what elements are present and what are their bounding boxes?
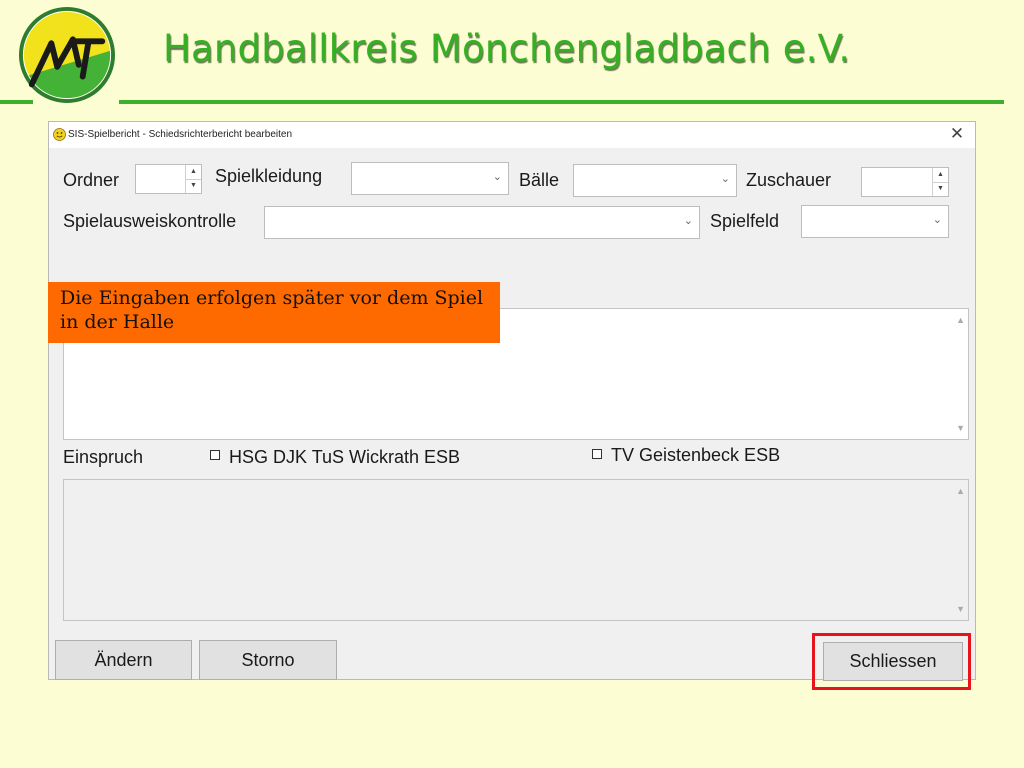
scroll-down-icon[interactable]: ▼ [956, 423, 965, 433]
scroll-up-icon[interactable]: ▲ [956, 315, 965, 325]
chevron-down-icon: ⌄ [492, 171, 502, 183]
einspruch-home-checkbox[interactable] [210, 450, 220, 460]
zuschauer-increment-icon[interactable]: ▲ [933, 168, 948, 183]
chevron-down-icon: ⌄ [932, 214, 942, 226]
scroll-up-icon[interactable]: ▲ [956, 486, 965, 496]
smiley-icon [53, 128, 66, 141]
ordner-increment-icon[interactable]: ▲ [186, 165, 201, 180]
dialog-title: SIS-Spielbericht - Schiedsrichterbericht… [68, 129, 292, 140]
zuschauer-stepper[interactable]: ▲ ▼ [861, 167, 949, 197]
storno-button[interactable]: Storno [199, 640, 337, 680]
spielfeld-label: Spielfeld [710, 211, 780, 231]
zuschauer-decrement-icon[interactable]: ▼ [933, 182, 948, 196]
einspruch-textarea[interactable]: ▲ ▼ [63, 479, 969, 621]
callout-note: Die Eingaben erfolgen später vor dem Spi… [48, 282, 500, 343]
spielkleidung-select[interactable]: ⌄ [351, 162, 509, 195]
chevron-down-icon: ⌄ [683, 215, 693, 227]
ordner-stepper[interactable]: ▲ ▼ [135, 164, 202, 194]
schiedsrichterbericht-dialog: SIS-Spielbericht - Schiedsrichterbericht… [48, 121, 976, 681]
baelle-select[interactable]: ⌄ [573, 164, 737, 197]
ordner-decrement-icon[interactable]: ▼ [186, 179, 201, 193]
aendern-button[interactable]: Ändern [55, 640, 192, 680]
team-home-label: HSG DJK TuS Wickrath ESB [229, 447, 461, 467]
dialog-titlebar[interactable]: SIS-Spielbericht - Schiedsrichterbericht… [49, 122, 975, 148]
einspruch-guest-checkbox[interactable] [592, 449, 602, 459]
spielausweiskontrolle-label: Spielausweiskontrolle [63, 211, 237, 231]
schliessen-highlight-frame [812, 633, 971, 690]
spielausweiskontrolle-select[interactable]: ⌄ [264, 206, 700, 239]
zuschauer-label: Zuschauer [746, 170, 832, 190]
close-icon[interactable]: ✕ [947, 124, 967, 144]
spielfeld-select[interactable]: ⌄ [801, 205, 949, 238]
chevron-down-icon: ⌄ [720, 173, 730, 185]
ordner-label: Ordner [63, 170, 120, 190]
spielkleidung-label: Spielkleidung [215, 166, 323, 186]
header-divider-left [0, 100, 33, 104]
einspruch-label: Einspruch [63, 447, 144, 467]
handballkreis-logo [18, 6, 116, 104]
scroll-down-icon[interactable]: ▼ [956, 604, 965, 614]
team-guest-label: TV Geistenbeck ESB [611, 445, 781, 465]
header-divider-right [119, 100, 1004, 104]
slide-title: Handballkreis Mönchengladbach e.V. [163, 27, 851, 70]
baelle-label: Bälle [519, 170, 560, 190]
